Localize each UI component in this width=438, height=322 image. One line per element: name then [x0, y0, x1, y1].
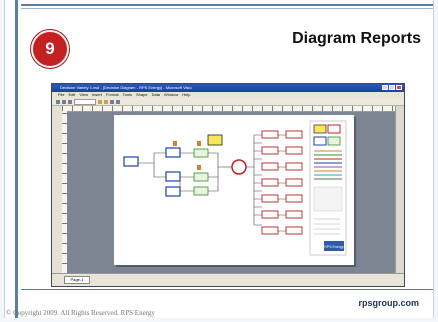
new-icon[interactable]: [56, 99, 60, 104]
footer-rule: [21, 289, 433, 290]
toolbar: [52, 98, 404, 106]
outcome-nodes: [261, 130, 303, 235]
minimize-button[interactable]: [382, 85, 388, 90]
top-rule-thin: [21, 8, 433, 9]
slide: 9 Diagram Reports Decision Variety 1.vsd…: [4, 0, 434, 318]
menu-item[interactable]: File: [58, 92, 64, 98]
vertical-ruler: [62, 111, 67, 274]
menu-item[interactable]: View: [79, 92, 88, 98]
window-titlebar: Decision Variety 1.vsd - [Decision Diagr…: [52, 84, 404, 92]
bold-icon[interactable]: [98, 99, 102, 104]
save-icon[interactable]: [68, 99, 72, 104]
decision-diagram: RPS Energy: [123, 120, 347, 256]
window-controls: [382, 85, 402, 90]
top-rule: [21, 4, 433, 6]
status-bar: Page-1: [52, 273, 404, 286]
slide-number-badge: 9: [31, 30, 69, 68]
decision-nodes: [123, 147, 181, 197]
rps-logo-text: RPS Energy: [324, 245, 344, 249]
menu-item[interactable]: Insert: [92, 92, 102, 98]
maximize-button[interactable]: [389, 85, 395, 90]
menu-item[interactable]: Shape: [136, 92, 148, 98]
legend-panel: RPS Energy: [309, 120, 347, 256]
color-icon[interactable]: [116, 99, 120, 104]
horizontal-ruler: [62, 106, 396, 112]
menu-item[interactable]: Edit: [68, 92, 75, 98]
menu-item[interactable]: Data: [152, 92, 160, 98]
window-title: Decision Variety 1.vsd - [Decision Diagr…: [60, 85, 192, 90]
slide-title: Diagram Reports: [292, 30, 421, 47]
menu-item[interactable]: Tools: [123, 92, 132, 98]
italic-icon[interactable]: [104, 99, 108, 104]
font-select[interactable]: [74, 98, 96, 105]
vertical-scrollbar[interactable]: [395, 106, 404, 274]
align-icon[interactable]: [110, 99, 114, 104]
menu-item[interactable]: Format: [106, 92, 119, 98]
footer-brand: rpsgroup.com: [358, 298, 419, 308]
menu-item[interactable]: Window: [164, 92, 178, 98]
drawing-page: RPS Energy: [114, 115, 354, 265]
open-icon[interactable]: [62, 99, 66, 104]
visio-window-screenshot: Decision Variety 1.vsd - [Decision Diagr…: [51, 83, 405, 287]
left-accent-bar: [15, 0, 18, 318]
page-tab[interactable]: Page-1: [64, 276, 90, 284]
warning-node: [207, 134, 223, 146]
copyright-text: © Copyright 2009. All Rights Reserved. R…: [6, 309, 155, 317]
central-node: [231, 159, 247, 175]
menu-item[interactable]: Help: [182, 92, 190, 98]
close-button[interactable]: [396, 85, 402, 90]
